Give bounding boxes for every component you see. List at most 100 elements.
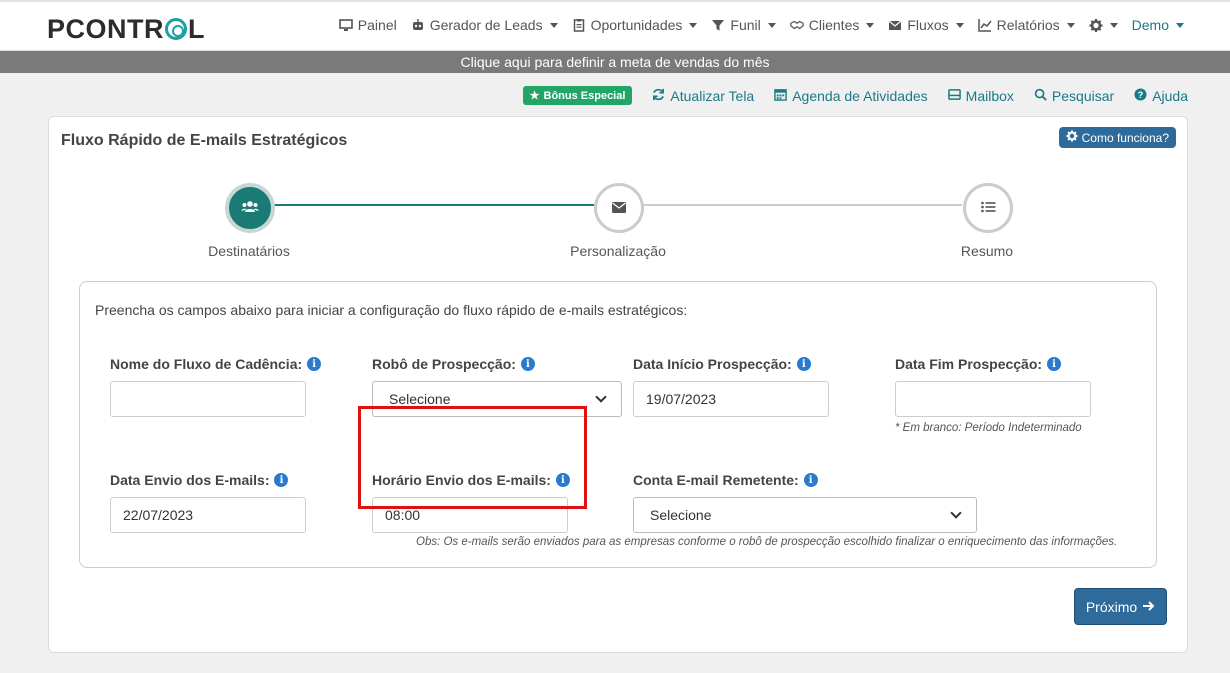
info-icon[interactable]: i [1047,357,1062,371]
sender-select-value: Selecione [650,507,712,523]
send-time-highlight [358,406,587,509]
info-icon[interactable]: i [274,473,289,487]
filter-icon [711,18,725,32]
help-link[interactable]: ? Ajuda [1134,88,1188,104]
chevron-down-icon [866,22,875,28]
handshake-icon [790,18,804,32]
refresh-label: Atualizar Tela [670,87,755,104]
info-icon[interactable]: i [796,357,811,371]
sender-account-label-text: Conta E-mail Remetente: [633,472,799,488]
send-date-input[interactable]: 22/07/2023 [110,497,306,533]
main-menu: Painel Gerador de Leads Oportunidades Fu… [338,17,1184,33]
help-label: Ajuda [1152,87,1188,104]
info-icon[interactable]: i [803,473,818,487]
chevron-down-icon [767,22,776,28]
sender-account-select[interactable]: Selecione [633,497,977,533]
menu-oportunidades-label: Oportunidades [590,17,683,33]
menu-clientes-label: Clientes [808,17,860,33]
menu-funil[interactable]: Funil [711,17,776,33]
send-date-label-text: Data Envio dos E-mails: [110,472,270,488]
flow-name-input[interactable] [110,381,306,417]
how-it-works-label: Como funciona? [1081,130,1169,145]
sales-goal-banner[interactable]: Clique aqui para definir a meta de venda… [0,51,1230,73]
flow-name-label: Nome do Fluxo de Cadência: i [110,356,322,372]
info-icon[interactable]: i [307,357,322,371]
menu-oportunidades[interactable]: Oportunidades [572,17,698,33]
end-date-input[interactable] [895,381,1091,417]
mailbox-link[interactable]: Mailbox [947,87,1014,104]
flow-name-label-text: Nome do Fluxo de Cadência: [110,356,303,372]
robot-icon [411,18,425,32]
search-link[interactable]: Pesquisar [1034,88,1114,104]
step-resumo[interactable] [963,183,1013,233]
clipboard-icon [572,18,586,32]
arrow-right-icon [1142,599,1155,615]
menu-gerador-de-leads[interactable]: Gerador de Leads [411,17,558,33]
help-icon: ? [1134,87,1147,104]
list-icon [980,200,996,216]
start-date-label: Data Início Prospecção: i [633,356,811,372]
chevron-down-icon [955,22,964,28]
search-label: Pesquisar [1051,87,1115,104]
logo-text-l: L [188,13,206,44]
inbox-icon [947,88,961,104]
gear-icon [1089,18,1103,32]
search-icon [1034,88,1047,104]
refresh-icon [652,88,665,104]
menu-gerador-label: Gerador de Leads [429,17,543,33]
gear-icon [1065,130,1078,145]
menu-fluxos[interactable]: Fluxos [888,17,964,33]
envelope-icon [888,18,902,32]
info-icon[interactable]: i [520,357,535,371]
settings-menu[interactable] [1089,18,1118,32]
users-icon [241,200,259,217]
recipients-form: Preencha os campos abaixo para iniciar a… [79,281,1157,568]
menu-funil-label: Funil [730,17,761,33]
send-date-label: Data Envio dos E-mails: i [110,472,289,488]
refresh-link[interactable]: Atualizar Tela [652,88,754,104]
bonus-especial-button[interactable]: ★ Bônus Especial [522,86,633,105]
pcontrol-logo[interactable]: P CONTR L [47,13,206,44]
menu-relatorios[interactable]: Relatórios [977,17,1075,33]
email-flow-panel: Fluxo Rápido de E-mails Estratégicos Com… [48,116,1188,653]
start-date-label-text: Data Início Prospecção: [633,356,792,372]
logo-target-icon [165,18,188,40]
user-menu[interactable]: Demo [1132,17,1184,33]
robot-label: Robô de Prospecção: i [372,356,535,372]
logo-text-contr: CONTR [65,13,165,44]
robot-select-value: Selecione [389,391,451,407]
next-button-label: Próximo [1085,598,1138,615]
chart-icon [977,18,992,32]
chevron-down-icon [1176,22,1184,28]
chevron-down-icon [950,507,962,519]
calendar-icon [774,88,787,104]
menu-clientes[interactable]: Clientes [790,17,875,33]
monitor-icon [338,18,353,32]
user-name: Demo [1131,17,1169,33]
end-date-label: Data Fim Prospecção: i [895,356,1062,372]
menu-painel-label: Painel [357,17,397,33]
chevron-down-icon [595,391,607,403]
panel-title: Fluxo Rápido de E-mails Estratégicos [61,132,348,149]
form-intro-text: Preencha os campos abaixo para iniciar a… [95,302,688,318]
logo-text-p: P [47,13,66,44]
step-label-personalizacao: Personalização [570,243,666,259]
mailbox-label: Mailbox [965,87,1014,104]
menu-relatorios-label: Relatórios [996,17,1060,33]
stepper-remaining-line [642,204,962,206]
page-toolbar: ★ Bônus Especial Atualizar Tela Agenda d… [522,86,1188,105]
end-date-label-text: Data Fim Prospecção: [895,356,1043,372]
menu-fluxos-label: Fluxos [907,17,949,33]
chevron-down-icon [689,22,698,28]
start-date-input[interactable]: 19/07/2023 [633,381,829,417]
bonus-label: Bônus Especial [543,89,626,102]
robot-label-text: Robô de Prospecção: [372,356,516,372]
next-button[interactable]: Próximo [1074,588,1167,625]
menu-painel[interactable]: Painel [338,17,397,33]
step-personalizacao[interactable] [594,183,644,233]
sender-account-label: Conta E-mail Remetente: i [633,472,818,488]
chevron-down-icon [1066,22,1075,28]
how-it-works-button[interactable]: Como funciona? [1058,127,1176,148]
agenda-link[interactable]: Agenda de Atividades [774,88,928,104]
step-destinatarios[interactable] [225,183,275,233]
